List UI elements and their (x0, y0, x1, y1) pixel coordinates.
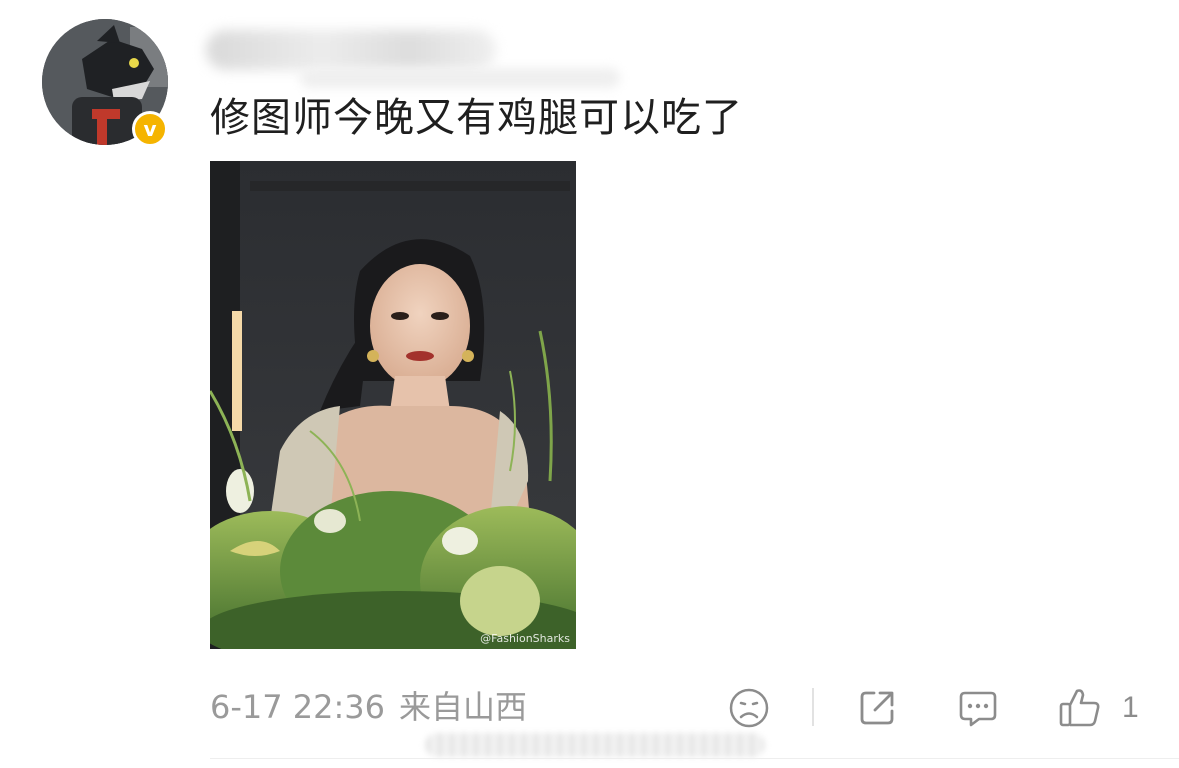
comment-button[interactable] (957, 686, 999, 730)
blurred-reply-preview (425, 733, 765, 757)
sad-face-icon (729, 688, 769, 728)
separator-line (210, 758, 1179, 759)
action-divider (812, 688, 814, 726)
share-button[interactable] (856, 686, 898, 730)
share-icon (860, 691, 894, 725)
photo-watermark: @FashionSharks (480, 632, 570, 645)
username-extra (300, 68, 620, 88)
like-count: 1 (1122, 691, 1139, 724)
post-photo[interactable]: @FashionSharks (210, 161, 576, 649)
dislike-button[interactable] (728, 686, 770, 730)
verified-badge-icon: v (132, 111, 168, 147)
post-meta: 6-17 22:36 来自山西 (210, 687, 541, 727)
comment-bubble-icon (959, 691, 997, 727)
like-button[interactable]: 1 (1058, 686, 1139, 730)
thumbs-up-icon (1059, 689, 1100, 727)
username[interactable] (206, 30, 496, 70)
timestamp: 6-17 22:36 (210, 688, 386, 726)
photo-image (210, 161, 576, 649)
comment-text: 修图师今晚又有鸡腿可以吃了 (210, 95, 743, 141)
location: 来自山西 (399, 688, 528, 726)
